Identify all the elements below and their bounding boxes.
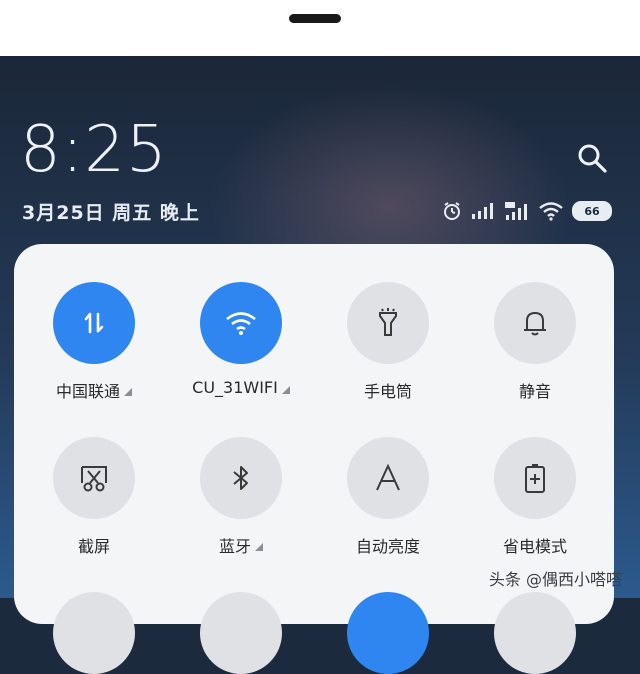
auto-brightness-toggle[interactable] <box>347 437 429 519</box>
tile-menu-triangle-icon[interactable] <box>281 385 290 394</box>
tile-menu-triangle-icon[interactable] <box>124 388 132 396</box>
tile-battery-saver[interactable]: 省电模式 <box>470 437 600 557</box>
tile-flashlight[interactable]: 手电筒 <box>323 282 453 402</box>
flashlight-icon <box>379 308 397 336</box>
wifi-toggle[interactable] <box>200 282 282 364</box>
screenshot-scissors-icon <box>81 466 107 492</box>
mobile-data-toggle[interactable] <box>53 282 135 364</box>
clock-time: 8:25 <box>20 113 168 187</box>
tile-auto-brightness[interactable]: 自动亮度 <box>323 437 453 557</box>
watermark: 头条 @偶西小嗒嗒 <box>488 570 622 589</box>
alarm-icon <box>442 201 462 221</box>
tile-mobile-data[interactable]: 中国联通 <box>29 282 159 402</box>
tile-label-auto-brightness: 自动亮度 <box>355 537 420 556</box>
bluetooth-icon <box>233 466 248 490</box>
hd-signal-icon <box>504 201 530 221</box>
bluetooth-toggle[interactable] <box>200 437 282 519</box>
battery-saver-icon <box>525 464 545 493</box>
tile-label-battery-saver: 省电模式 <box>502 537 567 556</box>
data-arrows-icon <box>84 312 104 334</box>
bell-icon <box>524 311 546 336</box>
tile-wifi[interactable]: CU_31WIFI <box>176 282 306 397</box>
tile-screenshot[interactable]: 截屏 <box>29 437 159 557</box>
tile-silent[interactable]: 静音 <box>470 282 600 402</box>
tile-row3-3[interactable] <box>347 592 429 674</box>
battery-icon: 66 <box>572 201 612 221</box>
tile-row3-1[interactable] <box>53 592 135 674</box>
tile-label-carrier: 中国联通 <box>29 378 159 402</box>
signal-icon <box>470 202 496 220</box>
tile-label-screenshot: 截屏 <box>77 537 110 556</box>
tile-label-wifi: CU_31WIFI <box>176 378 306 397</box>
tile-menu-triangle-icon[interactable] <box>255 543 263 551</box>
silent-toggle[interactable] <box>494 282 576 364</box>
search-icon[interactable] <box>576 142 608 174</box>
wifi-icon <box>226 312 256 335</box>
battery-saver-toggle[interactable] <box>494 437 576 519</box>
flashlight-toggle[interactable] <box>347 282 429 364</box>
wifi-status-icon <box>538 201 564 221</box>
status-bar: 66 <box>442 198 612 224</box>
tile-row3-4[interactable] <box>494 592 576 674</box>
tile-row3-2[interactable] <box>200 592 282 674</box>
screenshot-toggle[interactable] <box>53 437 135 519</box>
tile-label-bluetooth: 蓝牙 <box>176 533 306 557</box>
tile-bluetooth[interactable]: 蓝牙 <box>176 437 306 557</box>
pull-handle[interactable] <box>289 14 341 23</box>
tile-label-silent: 静音 <box>518 382 551 401</box>
date-text: 3月25日 周五 晚上 <box>22 202 200 224</box>
tile-label-flashlight: 手电筒 <box>363 382 412 401</box>
top-bezel <box>0 0 640 56</box>
auto-brightness-icon <box>376 463 400 491</box>
